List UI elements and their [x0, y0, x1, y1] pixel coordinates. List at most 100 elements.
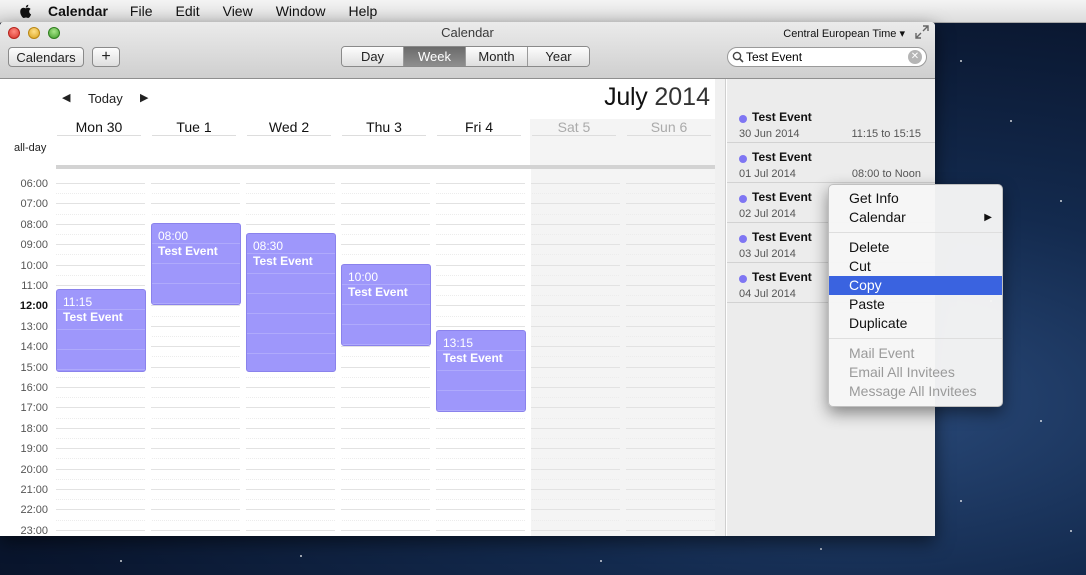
menu-item-calendar[interactable]: Calendar ▶: [829, 208, 1002, 227]
half-hour-gridline: [56, 438, 715, 439]
view-week-tab[interactable]: Week: [404, 47, 466, 66]
hour-gridline: [56, 203, 715, 205]
time-grid[interactable]: 06:00 07:00 08:00 09:00 10:00 11:00 12:00 13:00…: [0, 169, 726, 536]
menu-help[interactable]: Help: [349, 3, 378, 19]
hour-label: 23:00: [20, 524, 48, 536]
calendar-window: Calendar Central European Time ▾ Calenda…: [0, 22, 935, 536]
result-time: 11:15 to 15:15: [851, 128, 921, 140]
hour-gridline: [56, 509, 715, 511]
menu-item-cut[interactable]: Cut: [829, 257, 1002, 276]
menu-app-calendar[interactable]: Calendar: [48, 3, 108, 19]
event-time: 13:15: [443, 335, 474, 350]
hour-label: 09:00: [20, 239, 48, 252]
hour-gridline: [56, 387, 715, 388]
calendar-color-dot: [739, 275, 747, 283]
day-header-rule: [152, 135, 236, 136]
calendar-color-dot: [739, 115, 747, 123]
day-header-2[interactable]: Wed 2: [244, 119, 334, 135]
day-header-rule: [57, 135, 141, 136]
event-time: 08:30: [253, 239, 284, 253]
menu-file[interactable]: File: [130, 3, 153, 19]
view-day-tab[interactable]: Day: [342, 47, 404, 66]
half-hour-gridline: [56, 417, 715, 419]
menu-item-mail-event: Mail Event: [829, 344, 1002, 363]
calendar-event[interactable]: 10:00 Test Event: [341, 263, 431, 347]
menu-item-label: Get Info: [849, 190, 899, 206]
hour-label: 19:00: [20, 443, 48, 456]
hour-label: 15:00: [20, 361, 48, 374]
apple-icon[interactable]: [18, 3, 34, 19]
menu-item-label: Paste: [849, 296, 885, 312]
menu-item-label: Copy: [849, 277, 882, 293]
month-title: July 2014: [604, 83, 710, 112]
menu-item-label: Email All Invitees: [849, 364, 955, 380]
search-result-item[interactable]: Test Event 30 Jun 2014 11:15 to 15:15: [727, 104, 935, 143]
search-icon: [732, 51, 744, 63]
calendars-button[interactable]: Calendars: [8, 47, 84, 67]
day-header-3[interactable]: Thu 3: [339, 119, 429, 135]
menu-item-copy[interactable]: Copy: [829, 276, 1002, 295]
day-header-rule: [532, 135, 616, 136]
hour-label: 13:00: [20, 320, 48, 333]
half-hour-gridline: [56, 376, 715, 378]
menu-edit[interactable]: Edit: [175, 3, 199, 19]
timezone-selector[interactable]: Central European Time ▾: [783, 27, 905, 40]
hour-gridline: [56, 346, 715, 348]
event-title: Test Event: [253, 254, 313, 268]
calendar-event[interactable]: 13:15 Test Event: [436, 329, 526, 413]
hour-label: 18:00: [20, 422, 48, 435]
calendar-event[interactable]: 08:00 Test Event: [151, 222, 241, 306]
result-date: 02 Jul 2014: [739, 208, 796, 220]
menu-item-delete[interactable]: Delete: [829, 238, 1002, 257]
day-header-0[interactable]: Mon 30: [54, 119, 144, 135]
fullscreen-icon[interactable]: [915, 25, 929, 39]
event-title: Test Event: [348, 284, 408, 299]
calendar-event[interactable]: 08:30 Test Event: [246, 233, 336, 372]
view-year-tab[interactable]: Year: [528, 47, 589, 66]
search-field[interactable]: ✕: [727, 47, 927, 67]
event-title: Test Event: [158, 243, 218, 258]
result-date: 04 Jul 2014: [739, 288, 796, 300]
event-title: Test Event: [63, 310, 123, 325]
calendar-event[interactable]: 11:15 Test Event: [56, 289, 146, 372]
menu-item-label: Mail Event: [849, 345, 915, 361]
previous-week-button[interactable]: ◀: [62, 91, 70, 104]
hour-label: 10:00: [20, 259, 48, 272]
menu-item-paste[interactable]: Paste: [829, 295, 1002, 314]
day-header-4[interactable]: Fri 4: [434, 119, 524, 135]
menu-item-message-all-invitees: Message All Invitees: [829, 382, 1002, 401]
title-bar: Calendar Central European Time ▾ Calenda…: [0, 22, 935, 79]
hour-gridline: [56, 427, 715, 429]
event-title: Test Event: [443, 350, 503, 365]
hour-label: 20:00: [20, 463, 48, 476]
submenu-arrow-icon: ▶: [984, 212, 992, 223]
sidebar-divider[interactable]: [715, 79, 726, 536]
search-input[interactable]: [744, 50, 908, 64]
hour-gridline: [56, 468, 715, 470]
view-month-tab[interactable]: Month: [466, 47, 528, 66]
day-header-5[interactable]: Sat 5: [529, 119, 619, 135]
hour-label: 22:00: [20, 504, 48, 517]
event-time: 10:00: [348, 269, 379, 284]
day-header-6[interactable]: Sun 6: [624, 119, 714, 135]
half-hour-gridline: [56, 499, 715, 501]
hour-label: 17:00: [20, 402, 48, 415]
search-result-item[interactable]: Test Event 01 Jul 2014 08:00 to Noon: [727, 144, 935, 183]
calendar-color-dot: [739, 195, 747, 203]
hour-gridline: [56, 529, 715, 531]
menu-item-get-info[interactable]: Get Info: [829, 189, 1002, 208]
add-event-button[interactable]: +: [92, 47, 120, 67]
menu-window[interactable]: Window: [276, 3, 326, 19]
menu-item-duplicate[interactable]: Duplicate: [829, 314, 1002, 333]
next-week-button[interactable]: ▶: [140, 91, 148, 104]
day-header-1[interactable]: Tue 1: [149, 119, 239, 135]
all-day-label: all-day: [14, 142, 47, 154]
today-button[interactable]: Today: [88, 91, 123, 106]
menu-view[interactable]: View: [223, 3, 253, 19]
hour-gridline: [56, 366, 715, 368]
year-label: 2014: [654, 83, 710, 111]
hour-label: 12:00: [19, 300, 48, 313]
hour-label: 07:00: [20, 198, 48, 211]
clear-search-icon[interactable]: ✕: [908, 50, 922, 64]
half-hour-gridline: [56, 213, 715, 215]
